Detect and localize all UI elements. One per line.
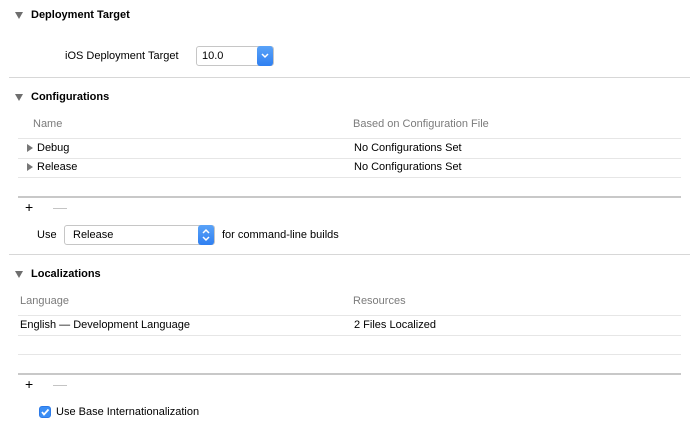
config-table-row[interactable]: Debug No Configurations Set (18, 139, 681, 158)
localizations-disclosure-icon[interactable] (15, 271, 23, 278)
command-line-builds-label: for command-line builds (222, 229, 339, 241)
command-line-build-config-value[interactable]: Release (73, 229, 113, 241)
config-row-based-on: No Configurations Set (354, 161, 462, 173)
popup-stepper-button[interactable] (198, 225, 214, 245)
loc-row-language: English — Development Language (20, 319, 191, 331)
remove-configuration-button[interactable]: — (53, 200, 67, 214)
config-row-based-on: No Configurations Set (354, 142, 462, 154)
row-divider (18, 335, 681, 336)
ios-deployment-target-combo[interactable]: 10.0 (196, 46, 274, 66)
config-table-bottom-border (18, 196, 681, 198)
row-divider (18, 177, 681, 178)
ios-deployment-target-value[interactable]: 10.0 (202, 50, 223, 62)
loc-column-header-language[interactable]: Language (20, 295, 69, 307)
loc-row-resources: 2 Files Localized (354, 319, 436, 331)
base-internationalization-checkbox[interactable] (39, 406, 51, 418)
configurations-section-title: Configurations (31, 91, 110, 103)
divider (9, 77, 690, 78)
add-configuration-button[interactable]: + (25, 200, 33, 214)
base-internationalization-label[interactable]: Use Base Internationalization (56, 406, 199, 418)
divider (9, 254, 690, 255)
deployment-section-title: Deployment Target (31, 9, 130, 21)
configurations-disclosure-icon[interactable] (15, 94, 23, 101)
config-column-header-based-on[interactable]: Based on Configuration File (353, 118, 489, 130)
loc-table-bottom-border (18, 373, 681, 375)
localizations-section-title: Localizations (31, 268, 101, 280)
disclosure-right-icon[interactable] (27, 163, 33, 171)
loc-table-row[interactable]: English — Development Language 2 Files L… (18, 316, 681, 335)
use-label: Use (37, 229, 57, 241)
deployment-disclosure-icon[interactable] (15, 12, 23, 19)
config-column-header-name[interactable]: Name (33, 118, 62, 130)
checkmark-icon (41, 408, 50, 416)
config-row-name: Release (37, 161, 78, 173)
disclosure-right-icon[interactable] (27, 144, 33, 152)
ios-deployment-target-dropdown-button[interactable] (257, 46, 273, 66)
add-localization-button[interactable]: + (25, 377, 33, 391)
up-down-chevron-icon (202, 228, 210, 242)
config-row-name: Debug (37, 142, 70, 154)
command-line-build-config-popup[interactable]: Release (64, 225, 215, 245)
config-table-row[interactable]: Release No Configurations Set (18, 158, 681, 177)
loc-column-header-resources[interactable]: Resources (353, 295, 406, 307)
chevron-down-icon (261, 53, 269, 59)
row-divider (18, 354, 681, 355)
ios-deployment-target-label: iOS Deployment Target (65, 50, 179, 62)
remove-localization-button[interactable]: — (53, 377, 67, 391)
